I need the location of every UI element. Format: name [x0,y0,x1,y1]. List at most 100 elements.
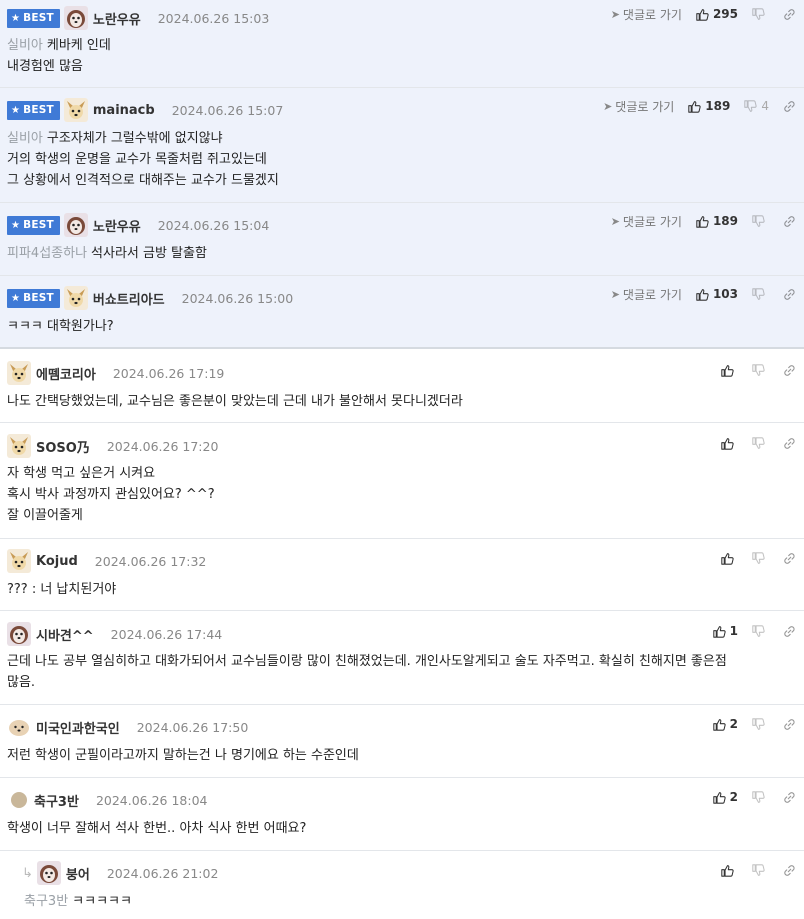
avatar[interactable] [37,861,61,885]
goto-comment-link[interactable]: ➤ 댓글로 가기 [611,286,682,303]
best-badge: ★ BEST [7,215,60,235]
comment-body: 학생이 너무 잘해서 석사 한번.. 아차 식사 한번 어때요? [7,821,307,836]
dislike-button[interactable] [752,437,769,450]
like-button[interactable] [721,364,738,377]
like-button[interactable]: 189 [696,214,738,228]
link-icon[interactable] [783,215,796,228]
avatar[interactable] [7,622,31,646]
goto-comment-link[interactable]: ➤ 댓글로 가기 [611,213,682,230]
thumb-down-icon [752,215,765,228]
link-icon[interactable] [783,288,796,301]
comment-body: ??? : 너 납치된거야 [7,582,117,597]
star-icon: ★ [11,219,21,231]
thumb-down-icon [744,100,757,113]
comment-body: 자 학생 먹고 싶은거 시켜요 혹시 박사 과정까지 관심있어요? ^^? 잘 … [7,466,215,523]
reply-arrow-icon: ↳ [22,865,33,881]
nickname[interactable]: 미국인과한국인 [36,718,120,737]
dislike-button[interactable] [752,625,769,638]
nickname[interactable]: 버쇼트리아드 [93,289,165,308]
comment-date: 2024.06.26 15:04 [157,217,270,233]
arrow-icon: ➤ [603,99,613,113]
link-icon[interactable] [783,791,796,804]
mention[interactable]: 피파4섭종하나 [7,246,87,261]
thumb-up-icon [713,791,726,804]
dislike-button[interactable] [752,552,769,565]
dislike-button[interactable] [752,791,769,804]
link-icon[interactable] [783,437,796,450]
like-button[interactable]: 2 [713,717,738,731]
link-icon[interactable] [783,364,796,377]
nickname[interactable]: SOSO乃 [36,437,90,456]
avatar[interactable] [7,361,31,385]
dislike-button[interactable] [752,288,769,301]
dislike-button[interactable] [752,864,769,877]
mention[interactable]: 실비아 [7,131,43,146]
dislike-button[interactable] [752,215,769,228]
like-button[interactable]: 189 [688,99,730,113]
avatar[interactable] [7,715,31,739]
thumb-up-icon [721,364,734,377]
comment-body: ㅋㅋㅋ 대학원가나? [7,319,114,334]
thumb-up-icon [721,437,734,450]
avatar[interactable] [11,792,27,808]
nickname[interactable]: 붕어 [66,864,90,883]
comment-body: 축구3반 ㅋㅋㅋㅋㅋ [24,894,132,909]
mention[interactable]: 실비아 [7,38,43,53]
like-button[interactable]: 2 [713,790,738,804]
avatar[interactable] [7,434,31,458]
nickname[interactable]: 노란우유 [93,9,141,28]
like-button[interactable] [721,864,738,877]
star-icon: ★ [11,292,21,304]
link-icon[interactable] [783,8,796,21]
avatar[interactable] [64,98,88,122]
comment-body: 근데 나도 공부 열심히하고 대화가되어서 교수님들이랑 많이 친해졌었는데. … [7,654,727,690]
comment: 축구3반 2024.06.26 18:04 2 학생이 너무 잘해서 석사 한번… [0,778,804,851]
avatar[interactable] [64,213,88,237]
nickname[interactable]: 축구3반 [34,791,79,810]
best-comment: ★ BEST 노란우유 2024.06.26 15:03 ➤ 댓글로 가기 295 … [0,0,804,88]
star-icon: ★ [11,12,21,24]
avatar[interactable] [64,286,88,310]
comment-date: 2024.06.26 18:04 [95,792,208,808]
best-comment: ★ BEST 노란우유 2024.06.26 15:04 ➤ 댓글로 가기 189 … [0,203,804,276]
dislike-button[interactable] [752,8,769,21]
comment-body: 피파4섭종하나 석사라서 금방 탈출함 [7,246,207,261]
goto-comment-link[interactable]: ➤ 댓글로 가기 [603,98,674,115]
link-icon[interactable] [783,864,796,877]
thumb-up-icon [713,718,726,731]
like-button[interactable]: 295 [696,7,738,21]
dislike-button[interactable]: 4 [744,99,769,113]
dislike-button[interactable] [752,718,769,731]
avatar[interactable] [64,6,88,30]
avatar[interactable] [7,549,31,573]
link-icon[interactable] [783,625,796,638]
nickname[interactable]: 노란우유 [93,216,141,235]
like-button[interactable]: 1 [713,624,738,638]
comment-date: 2024.06.26 15:00 [181,290,294,306]
mention[interactable]: 축구3반 [24,894,68,909]
link-icon[interactable] [783,100,796,113]
reply-comment: ↳ 붕어 2024.06.26 21:02 축구3반 ㅋㅋㅋㅋㅋ [0,851,804,919]
comment-body: 나도 간택당했었는데, 교수님은 좋은분이 맞았는데 근데 내가 불안해서 못다… [7,394,463,409]
comment: Kojud 2024.06.26 17:32 ??? : 너 납치된거야 [0,539,804,611]
comment-body: 실비아 구조자체가 그럴수밖에 없지않냐 거의 학생의 운명을 교수가 목줄처럼 … [7,131,279,188]
link-icon[interactable] [783,718,796,731]
nickname[interactable]: mainacb [93,103,155,118]
like-button[interactable] [721,437,738,450]
nickname[interactable]: Kojud [36,554,78,569]
thumb-up-icon [721,864,734,877]
nickname[interactable]: 에뗌코리아 [36,364,96,383]
nickname[interactable]: 시바견^^ [36,625,94,644]
thumb-up-icon [696,8,709,21]
comment-date: 2024.06.26 17:19 [112,365,225,381]
thumb-up-icon [721,552,734,565]
dislike-button[interactable] [752,364,769,377]
link-icon[interactable] [783,552,796,565]
comment-body: 실비아 케바케 인데 내경험엔 많음 [7,38,111,74]
goto-comment-link[interactable]: ➤ 댓글로 가기 [611,6,682,23]
like-button[interactable]: 103 [696,287,738,301]
thumb-up-icon [713,625,726,638]
like-button[interactable] [721,552,738,565]
arrow-icon: ➤ [610,214,620,228]
thumb-up-icon [696,288,709,301]
